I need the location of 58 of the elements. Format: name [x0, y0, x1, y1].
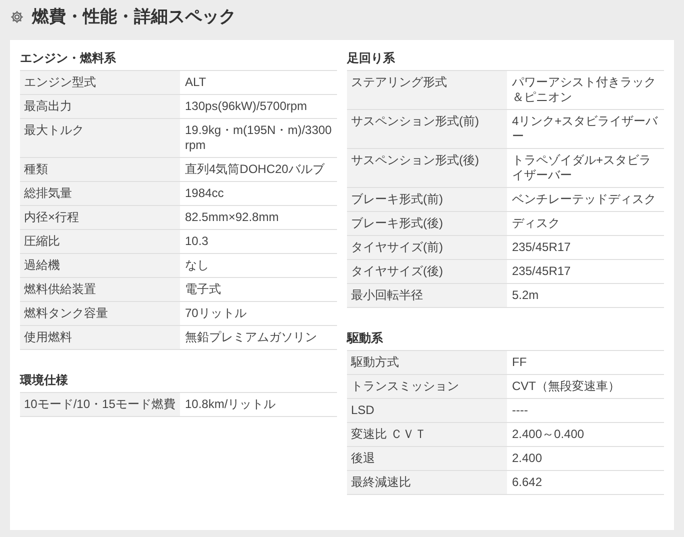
spec-value: 235/45R17 — [511, 263, 572, 280]
section-heading: 足回り系 — [347, 50, 396, 67]
spec-value: CVT（無段変速車） — [511, 378, 621, 395]
spec-label: 変速比 ＣＶＴ — [347, 423, 507, 446]
spec-label: ブレーキ形式(前) — [347, 188, 507, 211]
spec-label: タイヤサイズ(後) — [347, 260, 507, 283]
spec-label: LSD — [347, 399, 507, 422]
spec-label: 最高出力 — [20, 95, 180, 118]
spec-label: 最終減速比 — [347, 471, 507, 494]
spec-label: 圧縮比 — [20, 230, 180, 253]
spec-value: 4リンク+スタビライザーバー — [511, 113, 659, 145]
spec-value: 無鉛プレミアムガソリン — [184, 329, 318, 346]
spec-label: 燃料供給装置 — [20, 278, 180, 301]
spec-label: 駆動方式 — [347, 351, 507, 374]
spec-value: ディスク — [511, 215, 561, 232]
section-heading: 環境仕様 — [20, 372, 69, 389]
spec-value: 6.642 — [511, 474, 544, 491]
spec-value: 2.400 — [511, 450, 544, 467]
spec-value: トラペゾイダル+スタビライザーバー — [511, 152, 652, 184]
spec-label: 内径×行程 — [20, 206, 180, 229]
spec-label: 最大トルク — [20, 119, 180, 157]
spec-label: 燃料タンク容量 — [20, 302, 180, 325]
spec-label: 種類 — [20, 158, 180, 181]
spec-value: 70リットル — [184, 305, 248, 322]
spec-label: 最小回転半径 — [347, 284, 507, 307]
spec-label: エンジン型式 — [20, 71, 180, 94]
spec-value: 82.5mm×92.8mm — [184, 209, 280, 226]
spec-value: 10.8km/リットル — [184, 396, 277, 413]
spec-label: ステアリング形式 — [347, 71, 507, 109]
spec-label: トランスミッション — [347, 375, 507, 398]
spec-value: 10.3 — [184, 233, 210, 250]
spec-value: なし — [184, 257, 210, 274]
spec-value: FF — [511, 354, 528, 371]
section-heading: エンジン・燃料系 — [20, 50, 117, 67]
spec-label: 使用燃料 — [20, 326, 180, 349]
spec-value: 直列4気筒DOHC20バルブ — [184, 161, 326, 178]
spec-label: 後退 — [347, 447, 507, 470]
spec-value: 130ps(96kW)/5700rpm — [184, 98, 308, 115]
spec-label: ブレーキ形式(後) — [347, 212, 507, 235]
section-heading: 駆動系 — [347, 330, 384, 347]
spec-value: 1984cc — [184, 185, 225, 202]
spec-value: ベンチレーテッドディスク — [511, 191, 657, 208]
spec-value: ---- — [511, 402, 529, 419]
spec-label: 総排気量 — [20, 182, 180, 205]
spec-value: 235/45R17 — [511, 239, 572, 256]
spec-label: サスペンション形式(後) — [347, 149, 507, 187]
spec-value: ALT — [184, 74, 208, 91]
spec-value: 2.400～0.400 — [511, 426, 586, 443]
spec-value: パワーアシスト付きラック＆ピニオン — [511, 74, 657, 106]
spec-label: 10モード/10・15モード燃費 — [20, 393, 180, 416]
spec-label: サスペンション形式(前) — [347, 110, 507, 148]
spec-value: 5.2m — [511, 287, 540, 304]
gear-icon — [10, 10, 24, 24]
page-title: 燃費・性能・詳細スペック — [32, 6, 236, 28]
spec-value: 19.9kg・m(195N・m)/3300rpm — [184, 122, 333, 154]
spec-label: 過給機 — [20, 254, 180, 277]
spec-label: タイヤサイズ(前) — [347, 236, 507, 259]
spec-value: 電子式 — [184, 281, 222, 298]
